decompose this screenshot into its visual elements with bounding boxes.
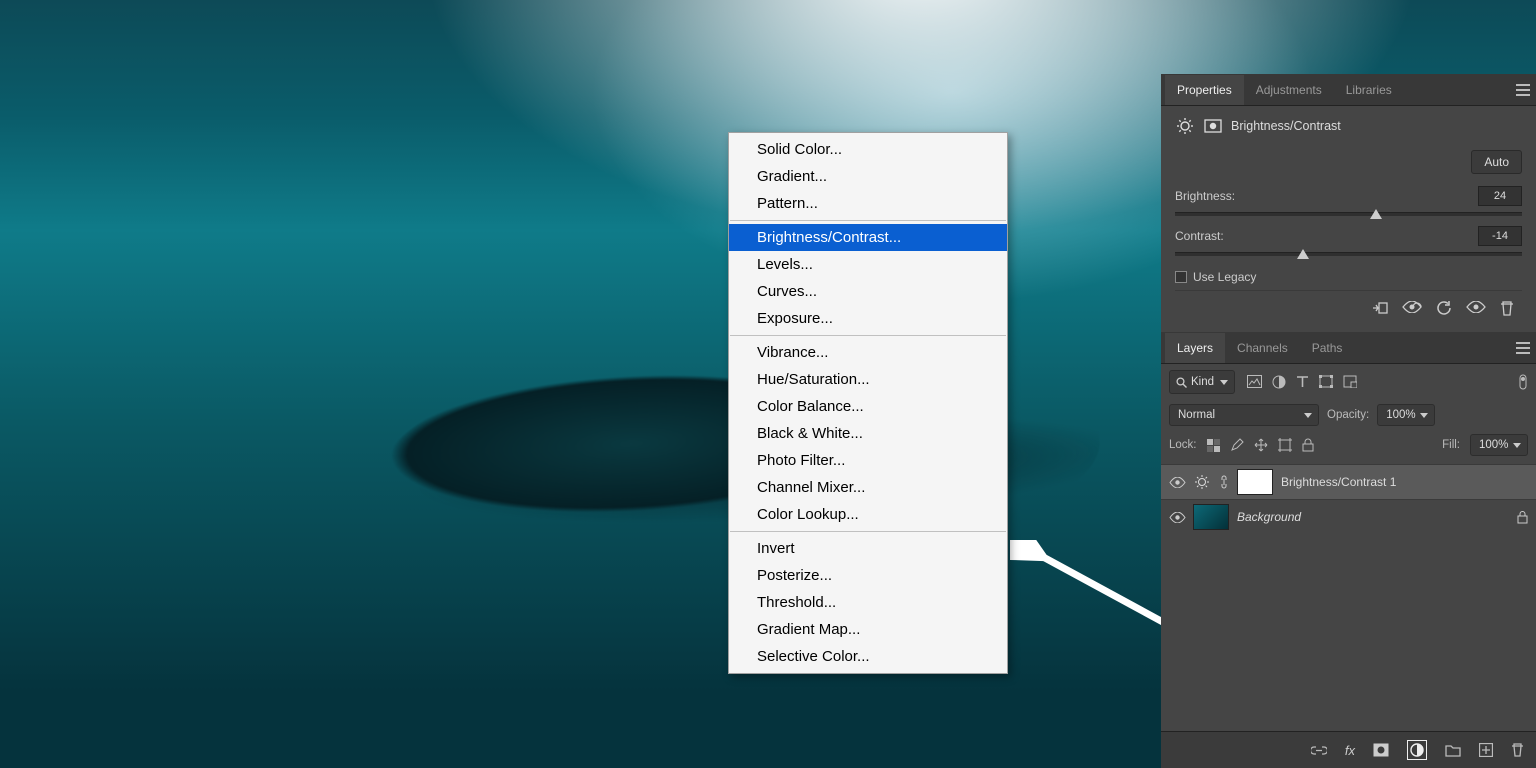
menu-item[interactable]: Curves... xyxy=(729,278,1007,305)
mask-icon[interactable] xyxy=(1373,743,1389,757)
use-legacy-row[interactable]: Use Legacy xyxy=(1175,270,1522,284)
type-filter-icon[interactable] xyxy=(1296,375,1309,389)
adjustment-layer-context-menu: Solid Color...Gradient...Pattern... Brigh… xyxy=(728,132,1008,674)
filter-toggle-icon[interactable] xyxy=(1518,374,1528,390)
visibility-toggle-icon[interactable] xyxy=(1169,512,1185,523)
smartobject-filter-icon[interactable] xyxy=(1343,375,1357,389)
adjustment-filter-icon[interactable] xyxy=(1272,375,1286,389)
lock-artboard-icon[interactable] xyxy=(1278,438,1292,452)
contrast-control: Contrast: -14 xyxy=(1175,226,1522,256)
tab-libraries[interactable]: Libraries xyxy=(1334,75,1404,105)
menu-item[interactable]: Levels... xyxy=(729,251,1007,278)
menu-item[interactable]: Posterize... xyxy=(729,562,1007,589)
layer-thumbnail[interactable] xyxy=(1193,504,1229,530)
tab-layers[interactable]: Layers xyxy=(1165,333,1225,363)
image-filter-icon[interactable] xyxy=(1247,375,1262,389)
brightness-contrast-icon xyxy=(1175,116,1195,136)
menu-separator xyxy=(730,335,1006,336)
new-layer-icon[interactable] xyxy=(1479,743,1493,757)
layer-row[interactable]: Background xyxy=(1161,499,1536,534)
contrast-label: Contrast: xyxy=(1175,229,1224,243)
menu-item[interactable]: Pattern... xyxy=(729,190,1007,217)
lock-label: Lock: xyxy=(1169,439,1197,451)
delete-icon[interactable] xyxy=(1500,301,1514,316)
brightness-control: Brightness: 24 xyxy=(1175,186,1522,216)
tab-properties[interactable]: Properties xyxy=(1165,75,1244,105)
layers-tabbar: Layers Channels Paths xyxy=(1161,332,1536,364)
brightness-slider[interactable] xyxy=(1175,212,1522,216)
fx-icon[interactable]: fx xyxy=(1345,743,1355,758)
mask-link-icon[interactable] xyxy=(1219,475,1229,489)
view-previous-icon[interactable] xyxy=(1402,301,1422,316)
menu-item[interactable]: Hue/Saturation... xyxy=(729,366,1007,393)
menu-item[interactable]: Invert xyxy=(729,535,1007,562)
contrast-slider[interactable] xyxy=(1175,252,1522,256)
tab-channels[interactable]: Channels xyxy=(1225,333,1300,363)
brightness-value[interactable]: 24 xyxy=(1478,186,1522,206)
layer-name[interactable]: Background xyxy=(1237,510,1301,524)
layers-filter-bar: Kind xyxy=(1161,364,1536,400)
link-layers-icon[interactable] xyxy=(1311,745,1327,756)
layer-mask-icon xyxy=(1203,116,1223,136)
toggle-visibility-icon[interactable] xyxy=(1466,301,1486,316)
layers-panel-menu-icon[interactable] xyxy=(1516,342,1536,354)
panel-menu-icon[interactable] xyxy=(1516,84,1536,96)
reset-icon[interactable] xyxy=(1436,301,1452,316)
visibility-toggle-icon[interactable] xyxy=(1169,477,1185,488)
layer-row[interactable]: Brightness/Contrast 1 xyxy=(1161,464,1536,499)
layer-kind-dropdown[interactable]: Kind xyxy=(1169,370,1235,394)
new-adjustment-layer-icon[interactable] xyxy=(1407,740,1427,760)
use-legacy-checkbox[interactable] xyxy=(1175,271,1187,283)
menu-item[interactable]: Exposure... xyxy=(729,305,1007,332)
menu-item[interactable]: Gradient Map... xyxy=(729,616,1007,643)
menu-item[interactable]: Color Balance... xyxy=(729,393,1007,420)
layer-name[interactable]: Brightness/Contrast 1 xyxy=(1281,475,1396,489)
tab-paths[interactable]: Paths xyxy=(1300,333,1355,363)
menu-item[interactable]: Selective Color... xyxy=(729,643,1007,670)
contrast-value[interactable]: -14 xyxy=(1478,226,1522,246)
delete-layer-icon[interactable] xyxy=(1511,743,1524,757)
properties-title: Brightness/Contrast xyxy=(1231,119,1341,133)
adjustment-layer-icon xyxy=(1193,473,1211,491)
fill-label: Fill: xyxy=(1442,439,1460,451)
menu-item[interactable]: Channel Mixer... xyxy=(729,474,1007,501)
use-legacy-label: Use Legacy xyxy=(1193,270,1256,284)
menu-item[interactable]: Black & White... xyxy=(729,420,1007,447)
brightness-label: Brightness: xyxy=(1175,189,1235,203)
menu-separator xyxy=(730,220,1006,221)
properties-tabbar: Properties Adjustments Libraries xyxy=(1161,74,1536,106)
new-group-icon[interactable] xyxy=(1445,744,1461,757)
right-panels: Properties Adjustments Libraries Brightn… xyxy=(1161,74,1536,768)
menu-item[interactable]: Vibrance... xyxy=(729,339,1007,366)
properties-footer xyxy=(1175,290,1522,324)
lock-brush-icon[interactable] xyxy=(1230,438,1244,452)
fill-dropdown[interactable]: 100% xyxy=(1470,434,1528,456)
opacity-label: Opacity: xyxy=(1327,409,1369,421)
lock-pixels-icon[interactable] xyxy=(1207,439,1220,452)
layer-list: Brightness/Contrast 1 Background xyxy=(1161,464,1536,731)
tab-adjustments[interactable]: Adjustments xyxy=(1244,75,1334,105)
lock-icon[interactable] xyxy=(1517,511,1528,524)
properties-panel: Brightness/Contrast Auto Brightness: 24 … xyxy=(1161,106,1536,332)
search-icon xyxy=(1176,377,1187,388)
menu-item[interactable]: Brightness/Contrast... xyxy=(729,224,1007,251)
layer-mask-thumbnail[interactable] xyxy=(1237,469,1273,495)
clip-to-layer-icon[interactable] xyxy=(1372,301,1388,316)
layers-bottom-bar: fx xyxy=(1161,731,1536,768)
menu-item[interactable]: Gradient... xyxy=(729,163,1007,190)
lock-all-icon[interactable] xyxy=(1302,438,1314,452)
menu-item[interactable]: Solid Color... xyxy=(729,136,1007,163)
menu-item[interactable]: Color Lookup... xyxy=(729,501,1007,528)
blend-mode-dropdown[interactable]: Normal xyxy=(1169,404,1319,426)
auto-button[interactable]: Auto xyxy=(1471,150,1522,174)
menu-separator xyxy=(730,531,1006,532)
lock-position-icon[interactable] xyxy=(1254,438,1268,452)
shape-filter-icon[interactable] xyxy=(1319,375,1333,389)
opacity-dropdown[interactable]: 100% xyxy=(1377,404,1435,426)
menu-item[interactable]: Threshold... xyxy=(729,589,1007,616)
menu-item[interactable]: Photo Filter... xyxy=(729,447,1007,474)
